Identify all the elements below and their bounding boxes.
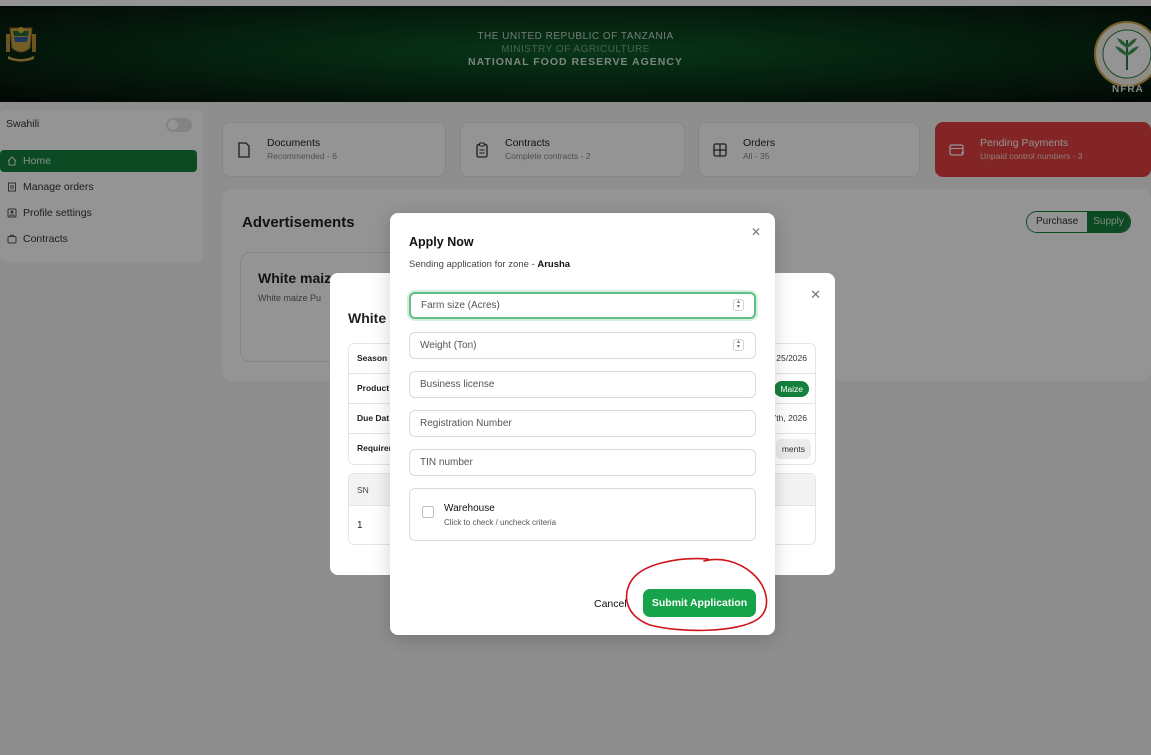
- warehouse-criteria[interactable]: Warehouse Click to check / uncheck crite…: [409, 488, 756, 541]
- farm-size-stepper-icon[interactable]: ▴ ▾: [733, 299, 744, 311]
- close-icon[interactable]: ✕: [810, 287, 821, 303]
- product-badge: Maize: [774, 381, 809, 397]
- sn-cell: 1: [357, 520, 363, 531]
- tin-number-input[interactable]: [409, 449, 756, 476]
- detail-row-key: Season: [357, 353, 388, 363]
- zone-name: Arusha: [537, 259, 571, 270]
- criteria-hint: Click to check / uncheck criteria: [444, 518, 557, 527]
- apply-modal-title: Apply Now: [409, 235, 474, 249]
- criteria-title: Warehouse: [444, 503, 495, 514]
- detail-row-value: 7th, 2026: [771, 413, 807, 423]
- subtitle-prefix: Sending application for zone -: [409, 259, 538, 270]
- registration-number-input[interactable]: [409, 410, 756, 437]
- detail-row-value: 25/2026: [776, 353, 807, 363]
- detail-row-key: Product: [357, 383, 390, 393]
- warehouse-checkbox[interactable]: [422, 506, 434, 518]
- detail-modal-title: White: [348, 310, 387, 326]
- detail-row-key: Requirer: [357, 443, 392, 453]
- detail-row-key: Due Dat: [357, 413, 390, 423]
- apply-modal-subtitle: Sending application for zone - Arusha: [409, 259, 570, 270]
- weight-stepper-icon[interactable]: ▴ ▾: [733, 339, 744, 351]
- business-license-input[interactable]: [409, 371, 756, 398]
- farm-size-input[interactable]: [409, 292, 756, 319]
- annotation-circle-icon: [625, 557, 768, 632]
- sn-header-label: SN: [357, 485, 369, 495]
- weight-input[interactable]: [409, 332, 756, 359]
- close-icon[interactable]: ✕: [751, 225, 761, 239]
- requirements-button[interactable]: ments: [775, 439, 811, 459]
